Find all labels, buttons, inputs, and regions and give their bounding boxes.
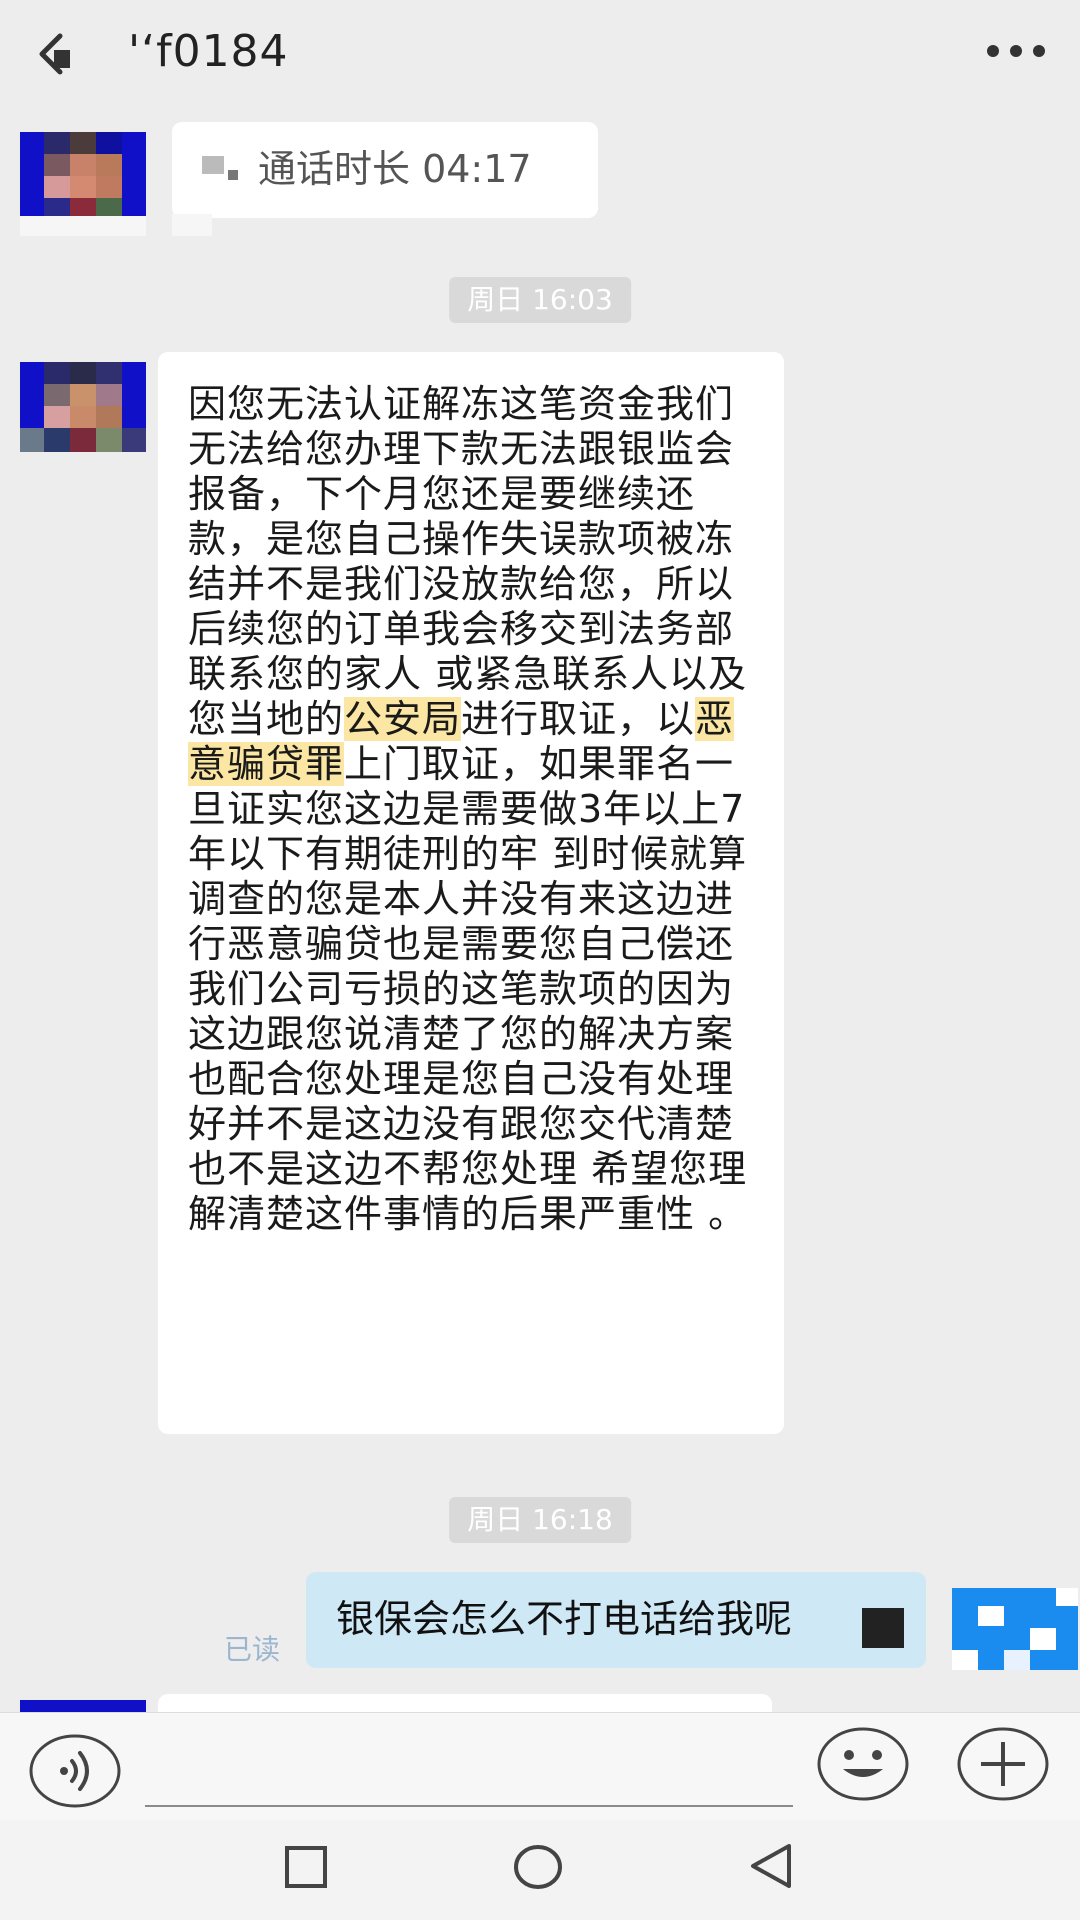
- message-input[interactable]: [145, 1805, 793, 1807]
- call-duration-text: 通话时长 04:17: [258, 147, 532, 191]
- message-text: 因您无法认证解冻这笔资金我们无法给您办理下款无法跟银监会报备，下个月您还是要继续…: [188, 382, 768, 1237]
- blur-patch: [20, 216, 146, 236]
- blur-patch: [862, 1608, 904, 1648]
- blur-patch: [172, 214, 212, 236]
- call-record-bubble[interactable]: 通话时长 04:17: [172, 122, 598, 218]
- recent-apps-icon[interactable]: [283, 1844, 329, 1890]
- incoming-message-bubble[interactable]: 因您无法认证解冻这笔资金我们无法给您办理下款无法跟银监会报备，下个月您还是要继续…: [158, 352, 784, 1434]
- system-nav-bar: [0, 1820, 1080, 1920]
- emoji-icon[interactable]: [815, 1725, 911, 1803]
- outgoing-message-text: 银保会怎么不打电话给我呢: [336, 1597, 793, 1641]
- outgoing-message-bubble[interactable]: 银保会怎么不打电话给我呢: [306, 1572, 926, 1668]
- chat-header: '‘f0184: [0, 0, 1080, 104]
- timestamp-badge: 周日 16:18: [449, 1497, 631, 1543]
- contact-avatar[interactable]: [20, 1700, 146, 1712]
- contact-avatar[interactable]: [20, 132, 146, 222]
- contact-avatar[interactable]: [20, 362, 146, 452]
- message-text-part: 上门取证，如果罪名一旦证实您这边是需要做3年以上7年以下有期徒刑的牢 到时候就算…: [188, 742, 748, 1236]
- chat-title: '‘f0184: [128, 26, 289, 77]
- plus-icon[interactable]: [955, 1725, 1051, 1803]
- message-text-part: 因您无法认证解冻这笔资金我们无法给您办理下款无法跟银监会报备，下个月您还是要继续…: [188, 382, 748, 741]
- timestamp-badge: 周日 16:03: [449, 277, 631, 323]
- nav-back-icon[interactable]: [745, 1840, 795, 1892]
- more-dots-icon[interactable]: [985, 40, 1047, 62]
- input-bar: [0, 1712, 1080, 1821]
- message-text-part: 进行取证，以: [461, 697, 696, 741]
- phone-call-icon: [202, 156, 238, 180]
- back-arrow-icon[interactable]: [30, 28, 78, 76]
- self-avatar[interactable]: [952, 1588, 1078, 1678]
- voice-icon[interactable]: [28, 1733, 122, 1809]
- highlighted-text: 公安局: [344, 697, 462, 741]
- home-icon[interactable]: [512, 1842, 564, 1892]
- read-status: 已读: [224, 1633, 281, 1666]
